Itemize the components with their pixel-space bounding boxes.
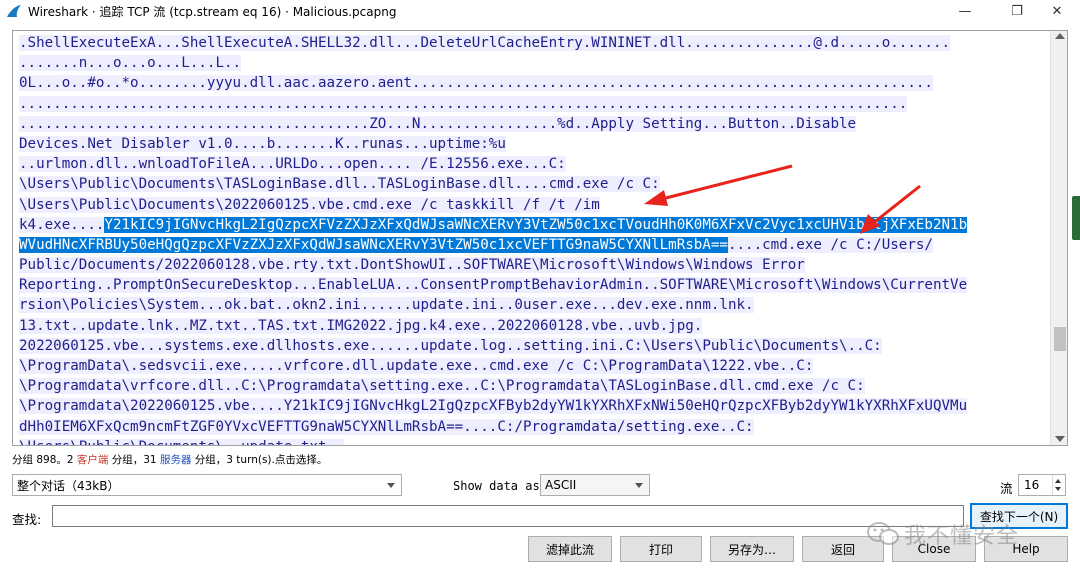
chevron-down-icon	[387, 483, 395, 488]
stream-line[interactable]: Public/Documents/2022060128.vbe.rty.txt.…	[19, 255, 1049, 275]
stream-content[interactable]: .ShellExecuteExA...ShellExecuteA.SHELL32…	[13, 31, 1049, 445]
stream-text-segment: 2022060125.vbe...systems.exe.dllhosts.ex…	[19, 337, 882, 354]
stream-text-segment: \ProgramData\.sedsvcii.exe.....vrfcore.d…	[19, 358, 814, 374]
back-button[interactable]: 返回	[802, 536, 884, 562]
stream-text-segment: \Programdata\vrfcore.dll..C:\Programdata…	[19, 378, 865, 395]
stream-line[interactable]: 13.txt..update.lnk..MZ.txt..TAS.txt.IMG2…	[19, 316, 1049, 336]
client-label: 客户端	[76, 454, 109, 466]
find-next-button[interactable]: 查找下一个(N)	[970, 503, 1068, 529]
stream-line[interactable]: \Users\Public\Documents\..update.txt..	[19, 437, 1049, 445]
stream-text-segment: 0L...o..#o..*o........yyyu.dll.aac.aazer…	[19, 75, 933, 92]
vertical-scrollbar[interactable]	[1050, 31, 1067, 445]
stream-line[interactable]: dHh0IEM6XFxQcm9ncmFtZGF0YVxcVEFTTG9naW5C…	[19, 417, 1049, 437]
stream-text-segment: \Users\Public\Documents\TASLoginBase.dll…	[19, 176, 660, 193]
save-as-button[interactable]: 另存为…	[710, 536, 794, 562]
conversation-select[interactable]: 整个对话（43kB）	[12, 474, 402, 496]
stream-line[interactable]: .......n...o...o...L...L..	[19, 53, 1049, 73]
stream-line[interactable]: \Programdata\2022060125.vbe....Y21kIC9jI…	[19, 396, 1049, 416]
stream-text-segment: ........................................…	[19, 115, 857, 132]
stream-text-segment: 13.txt..update.lnk..MZ.txt..TAS.txt.IMG2…	[19, 317, 703, 334]
spin-up-icon[interactable]	[1055, 479, 1061, 483]
stream-text-segment: ..urlmon.dll..wnloadToFileA...URLDo...op…	[19, 156, 566, 173]
stream-line[interactable]: Devices.Net Disabler v1.0....b.......K..…	[19, 134, 1049, 154]
stream-text-segment: dHh0IEM6XFxQcm9ncmFtZGF0YVxcVEFTTG9naW5C…	[19, 418, 754, 435]
show-data-as-select[interactable]: ASCII	[540, 474, 650, 496]
print-button[interactable]: 打印	[620, 536, 702, 562]
stream-text-segment: \Users\Public\Documents\..update.txt..	[19, 438, 344, 445]
title-bar: Wireshark · 追踪 TCP 流 (tcp.stream eq 16) …	[0, 0, 1080, 22]
stream-line[interactable]: k4.exe....Y21kIC9jIGNvcHkgL2IgQzpcXFVzZX…	[19, 215, 1049, 235]
stream-line[interactable]: 0L...o..#o..*o........yyyu.dll.aac.aazer…	[19, 73, 1049, 93]
close-button[interactable]: Close	[892, 536, 976, 562]
help-button[interactable]: Help	[984, 536, 1068, 562]
stream-text-segment: .ShellExecuteExA...ShellExecuteA.SHELL32…	[19, 35, 951, 51]
stream-text-segment: ....cmd.exe /c C:/Users/	[727, 236, 933, 253]
scroll-up-arrow-icon[interactable]	[1055, 33, 1065, 39]
stream-line[interactable]: \Users\Public\Documents\TASLoginBase.dll…	[19, 174, 1049, 194]
chevron-down-icon	[635, 483, 643, 488]
stream-line[interactable]: rsion\Policies\System...ok.bat..okn2.ini…	[19, 295, 1049, 315]
stream-line[interactable]: 2022060125.vbe...systems.exe.dllhosts.ex…	[19, 336, 1049, 356]
stream-line[interactable]: \Programdata\vrfcore.dll..C:\Programdata…	[19, 376, 1049, 396]
server-label: 服务器	[159, 454, 192, 466]
spin-down-icon[interactable]	[1055, 487, 1061, 491]
stream-line[interactable]: \ProgramData\.sedsvcii.exe.....vrfcore.d…	[19, 356, 1049, 376]
stream-number-spinbox[interactable]: 16	[1018, 474, 1066, 496]
show-data-as-label: Show data as	[453, 479, 540, 493]
stream-text-segment: Devices.Net Disabler v1.0....b.......K..…	[19, 135, 506, 152]
window-title: Wireshark · 追踪 TCP 流 (tcp.stream eq 16) …	[28, 5, 397, 19]
stream-number-label: 流	[1000, 481, 1013, 496]
stream-line[interactable]: .ShellExecuteExA...ShellExecuteA.SHELL32…	[19, 33, 1049, 53]
stream-line[interactable]: Reporting..PromptOnSecureDesktop...Enabl…	[19, 275, 1049, 295]
stream-text-view[interactable]: .ShellExecuteExA...ShellExecuteA.SHELL32…	[12, 30, 1068, 446]
scroll-down-arrow-icon[interactable]	[1055, 436, 1065, 442]
wireshark-fin-icon	[7, 5, 21, 17]
stream-text-segment: Public/Documents/2022060128.vbe.rty.txt.…	[19, 257, 805, 274]
stream-text-segment: .......n...o...o...L...L..	[19, 55, 242, 72]
minimize-button[interactable]: —	[942, 0, 988, 22]
find-label: 查找:	[12, 512, 42, 527]
stream-line[interactable]: WVudHNcXFRBUy50eHQgQzpcXFVzZXJzXFxQdWJsa…	[19, 235, 1049, 255]
stream-line[interactable]: ........................................…	[19, 114, 1049, 134]
stream-line[interactable]: \Users\Public\Documents\2022060125.vbe.c…	[19, 195, 1049, 215]
stream-text-segment: Reporting..PromptOnSecureDesktop...Enabl…	[19, 277, 968, 294]
stream-line[interactable]: ........................................…	[19, 94, 1049, 114]
stream-text-segment: rsion\Policies\System...ok.bat..okn2.ini…	[19, 297, 754, 314]
find-input[interactable]	[52, 505, 964, 527]
close-window-button[interactable]: ✕	[1034, 0, 1080, 22]
stream-text-segment: \Programdata\2022060125.vbe....Y21kIC9jI…	[19, 398, 968, 415]
filter-out-stream-button[interactable]: 滤掉此流	[528, 536, 612, 562]
stream-text-segment: ........................................…	[19, 95, 908, 112]
side-edge-tab	[1072, 196, 1080, 240]
selected-base64-text: WVudHNcXFRBUy50eHQgQzpcXFVzZXJzXFxQdWJsa…	[19, 236, 728, 253]
stream-line[interactable]: ..urlmon.dll..wnloadToFileA...URLDo...op…	[19, 154, 1049, 174]
stream-text-segment: \Users\Public\Documents\2022060125.vbe.c…	[19, 196, 600, 213]
stream-status-text: 分组 898。2 客户端 分组，31 服务器 分组，3 turn(s).点击选择…	[12, 454, 328, 466]
stream-text-segment: k4.exe....	[19, 216, 105, 233]
selected-base64-text: Y21kIC9jIGNvcHkgL2IgQzpcXFVzZXJzXFxQdWJs…	[104, 216, 968, 233]
scroll-thumb[interactable]	[1054, 327, 1066, 351]
